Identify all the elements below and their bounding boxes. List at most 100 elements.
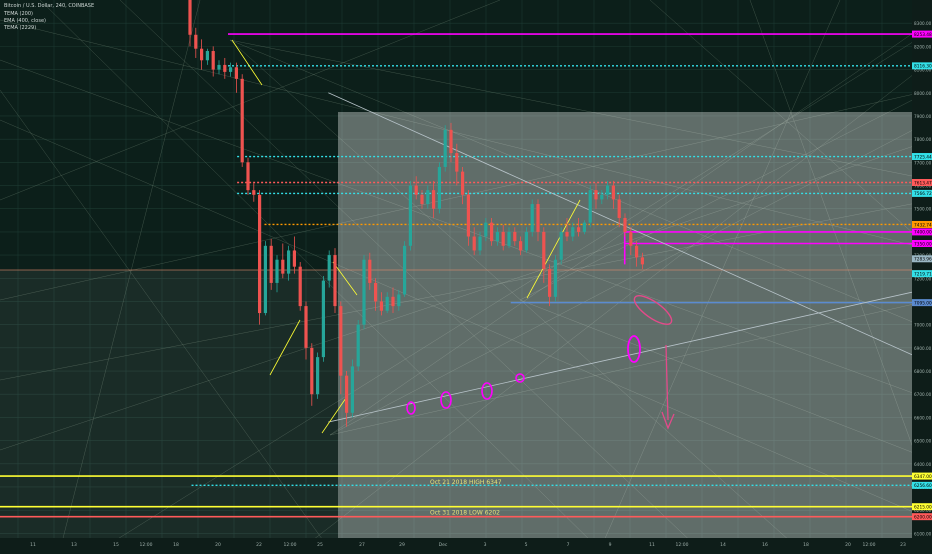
indicator-tema-200[interactable]: TEMA (200) [4, 11, 33, 18]
candle-body [374, 282, 378, 302]
candle-body [350, 366, 354, 413]
time-tick-19: 16 [762, 542, 768, 548]
candle-body [368, 259, 372, 283]
price-tick-6: 7700.00 [914, 160, 932, 165]
time-tick-12: 3 [484, 542, 487, 548]
price-tick-0: 8300.00 [914, 21, 932, 26]
time-tick-11: Dec [439, 542, 448, 548]
candle-body [495, 231, 499, 242]
left-shade [0, 270, 338, 538]
price-label-3: 7613.47 [914, 180, 932, 186]
indicator-tema-2229[interactable]: TEMA (2229) [4, 25, 36, 32]
price-tick-5: 7800.00 [914, 137, 932, 142]
candle-body [478, 236, 482, 251]
candle-body [524, 231, 528, 251]
candle-body [530, 204, 534, 232]
price-label-5: 7432.74 [914, 222, 932, 228]
candle-body [397, 294, 401, 307]
candle-body [263, 245, 267, 314]
price-label-14: 6200.00 [914, 514, 932, 520]
candle-body [321, 280, 325, 358]
candle-body [234, 67, 238, 79]
candle-body [310, 347, 314, 395]
time-tick-2: 15 [113, 542, 119, 548]
price-label-10: 7095.00 [914, 300, 932, 306]
price-label-7: 7350.00 [914, 241, 932, 247]
candle-body [611, 185, 615, 200]
candle-body [623, 217, 627, 232]
candle-body [513, 231, 517, 242]
time-tick-0: 11 [30, 542, 36, 548]
range-box [338, 112, 912, 538]
candle-body [629, 231, 633, 246]
candle-body [298, 266, 302, 307]
price-label-12: 6256.60 [914, 483, 932, 489]
candle-body [217, 64, 221, 70]
candle-body [437, 166, 441, 209]
price-tick-4: 7900.00 [914, 114, 932, 119]
price-label-6: 7400.00 [914, 230, 932, 236]
indicator-ema-400[interactable]: EMA (400, close) [4, 18, 46, 25]
candle-body [565, 231, 569, 237]
candle-body [356, 324, 360, 367]
time-tick-1: 13 [71, 542, 77, 548]
chart-area[interactable]: Oct 21 2018 HIGH 6347 Oct 31 2018 LOW 620… [0, 0, 932, 551]
candle-body [345, 375, 349, 413]
candle-body [385, 296, 389, 311]
symbol-title[interactable]: Bitcoin / U.S. Dollar, 240, COINBASE [4, 3, 94, 10]
candle-body [362, 259, 366, 325]
candle-body [582, 222, 586, 232]
candle-body [327, 255, 331, 281]
price-label-1: 8116.30 [914, 64, 932, 70]
candle-body [594, 190, 598, 200]
candle-body [472, 236, 476, 251]
price-tick-17: 6600.00 [914, 415, 932, 420]
candle-body [461, 171, 465, 195]
time-tick-8: 25 [317, 542, 323, 548]
candle-body [577, 227, 581, 232]
candle-body [600, 194, 604, 200]
candle-body [420, 194, 424, 205]
time-tick-4: 18 [173, 542, 179, 548]
price-label-8: 7283.96 [914, 257, 932, 263]
candle-body [559, 231, 563, 260]
price-tick-13: 7000.00 [914, 323, 932, 328]
candle-body [258, 194, 262, 314]
price-tick-3: 8000.00 [914, 91, 932, 96]
candle-body [606, 185, 610, 195]
candle-body [252, 190, 256, 195]
time-tick-15: 9 [609, 542, 612, 548]
candle-body [211, 51, 215, 70]
time-tick-9: 27 [359, 542, 365, 548]
candle-body [640, 257, 644, 265]
candle-body [391, 296, 395, 307]
time-tick-6: 22 [256, 542, 262, 548]
price-tick-22: 6100.00 [914, 531, 932, 536]
price-chart[interactable]: Oct 21 2018 HIGH 6347 Oct 31 2018 LOW 620… [0, 0, 932, 551]
price-label-4: 7566.72 [914, 191, 932, 197]
price-tick-14: 6900.00 [914, 346, 932, 351]
candle-body [292, 250, 296, 267]
time-tick-21: 20 [845, 542, 851, 548]
level-annotation-0: Oct 21 2018 HIGH 6347 [430, 479, 502, 486]
candle-body [281, 259, 285, 274]
candle-body [316, 357, 320, 395]
candle-body [536, 204, 540, 232]
candle-body [507, 231, 511, 246]
time-tick-3: 12:00 [140, 542, 153, 548]
candle-body [240, 78, 244, 163]
time-tick-5: 20 [215, 542, 221, 548]
time-tick-20: 18 [803, 542, 809, 548]
candle-body [443, 129, 447, 167]
time-tick-10: 29 [399, 542, 405, 548]
price-label-13: 6215.00 [914, 504, 932, 510]
price-label-2: 7725.44 [914, 154, 932, 160]
time-tick-22: 12:00 [863, 542, 876, 548]
level-annotation-1: Oct 31 2018 LOW 6202 [430, 510, 500, 517]
price-tick-18: 6500.00 [914, 439, 932, 444]
candle-body [449, 129, 453, 154]
candle-body [205, 51, 209, 61]
price-tick-19: 6400.00 [914, 462, 932, 467]
candle-body [379, 301, 383, 311]
candle-body [275, 259, 279, 283]
